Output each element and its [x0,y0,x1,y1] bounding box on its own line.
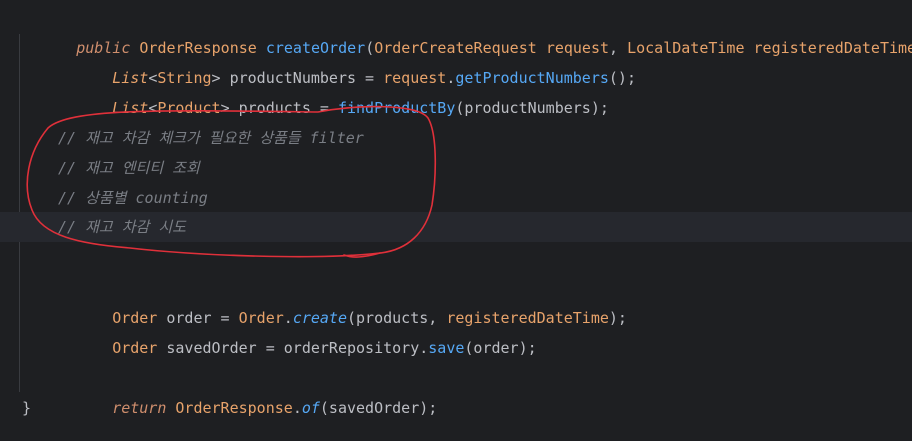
type-order: Order [112,339,167,357]
method-call: findProductBy [337,99,456,117]
closing-brace: } [22,399,32,417]
call-args: (productNumbers); [455,99,609,117]
comment-counting: // 상품별 counting [58,189,208,207]
receiver: orderRepository [283,339,420,357]
generic-close: > [220,99,239,117]
code-line-8-current[interactable]: // 재고 차감 시도 [0,212,912,242]
code-line-11[interactable]: Order savedOrder = orderRepository.save(… [0,303,912,357]
variable-decl: products = [238,99,338,117]
code-line-6[interactable]: // 재고 엔티티 조회 [0,153,912,183]
call-args: (order); [464,339,537,357]
generic-arg: Product [157,99,221,117]
code-editor[interactable]: public OrderResponse createOrder(OrderCr… [0,0,912,441]
code-line-7[interactable]: // 상품별 counting [0,183,912,213]
code-line-2[interactable]: List<String> productNumbers = request.ge… [0,33,912,87]
generic-open: < [148,99,158,117]
code-line-14[interactable]: } [0,393,912,423]
code-line-3[interactable]: List<Product> products = findProductBy(p… [0,63,912,117]
code-line-13[interactable]: return OrderResponse.of(savedOrder); [0,363,912,417]
dot: . [419,339,429,357]
code-line-5[interactable]: // 재고 차감 체크가 필요한 상품들 filter [0,123,912,153]
comment-filter: // 재고 차감 체크가 필요한 상품들 filter [58,129,364,147]
type-list: List [112,99,149,117]
code-line-1[interactable]: public OrderResponse createOrder(OrderCr… [0,3,912,57]
comment-deduct: // 재고 차감 시도 [58,218,186,236]
method-call: save [428,339,465,357]
variable-decl: savedOrder = [166,339,284,357]
code-line-10[interactable]: Order order = Order.create(products, reg… [0,273,912,327]
comment-entity-lookup: // 재고 엔티티 조회 [58,159,200,177]
